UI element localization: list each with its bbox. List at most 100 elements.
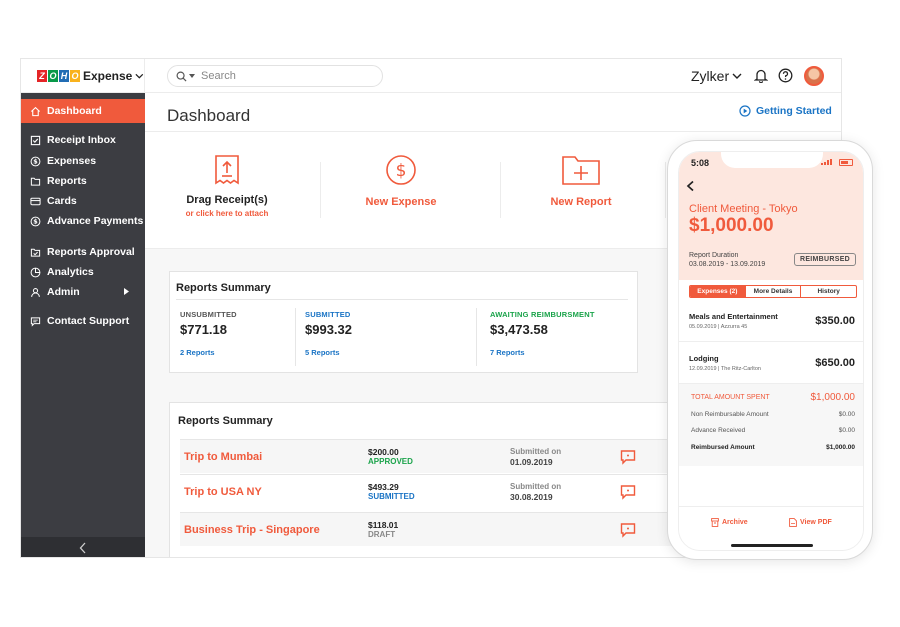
submitted-date: 30.08.2019 bbox=[510, 492, 553, 502]
search-box[interactable] bbox=[167, 65, 383, 87]
sidebar-item-label: Reports bbox=[47, 175, 87, 187]
list-item[interactable]: Lodging 12.09.2019 | The Ritz-Carlton $6… bbox=[679, 342, 863, 384]
sidebar-item-advance-payments[interactable]: $ Advance Payments bbox=[21, 211, 145, 231]
attach-link[interactable]: or click here to attach bbox=[157, 209, 297, 218]
total-spent-label: TOTAL AMOUNT SPENT bbox=[691, 394, 770, 401]
brand-switcher[interactable]: Z O H O Expense bbox=[21, 59, 145, 93]
new-expense-button[interactable]: $ New Expense bbox=[331, 154, 471, 208]
svg-text:$: $ bbox=[396, 161, 407, 181]
card-title: Reports Summary bbox=[178, 415, 273, 427]
sidebar-item-dashboard[interactable]: Dashboard bbox=[21, 99, 145, 123]
signal-icon bbox=[821, 159, 832, 165]
report-name-link[interactable]: Business Trip - Singapore bbox=[184, 524, 320, 536]
comment-icon[interactable] bbox=[620, 449, 636, 465]
comment-icon[interactable] bbox=[620, 522, 636, 538]
sidebar-collapse-button[interactable] bbox=[21, 537, 145, 557]
summary-reports-link[interactable]: 2 Reports bbox=[180, 348, 237, 357]
sidebar-item-analytics[interactable]: Analytics bbox=[21, 262, 145, 282]
new-report-button[interactable]: New Report bbox=[511, 154, 651, 208]
new-expense-label: New Expense bbox=[365, 196, 437, 208]
user-avatar[interactable] bbox=[804, 66, 824, 86]
summary-label: SUBMITTED bbox=[305, 310, 351, 319]
sidebar-item-expenses[interactable]: $ Expenses bbox=[21, 151, 145, 171]
getting-started-link[interactable]: Getting Started bbox=[739, 105, 832, 117]
search-input[interactable] bbox=[201, 70, 371, 82]
help-icon[interactable] bbox=[778, 68, 793, 83]
svg-text:$: $ bbox=[33, 157, 38, 165]
sidebar-item-label: Cards bbox=[47, 195, 77, 207]
reports-summary-card: Reports Summary UNSUBMITTED $771.18 2 Re… bbox=[169, 271, 638, 373]
caret-down-icon[interactable] bbox=[189, 74, 195, 78]
chevron-down-icon bbox=[135, 73, 144, 79]
view-pdf-button[interactable]: View PDF bbox=[789, 518, 832, 527]
report-name-link[interactable]: Trip to Mumbai bbox=[184, 451, 262, 463]
person-icon bbox=[31, 287, 40, 297]
zoho-logo: Z O H O bbox=[37, 70, 80, 82]
org-name: Zylker bbox=[691, 68, 730, 84]
bell-icon[interactable] bbox=[754, 68, 768, 83]
phone-mockup: 5:08 Client Meeting - Tokyo $1,000.00 Re… bbox=[667, 140, 873, 560]
report-tabs: Expenses (2) More Details History bbox=[689, 285, 857, 298]
phone-notch bbox=[721, 152, 823, 168]
summary-awaiting-reimbursement: AWAITING REIMBURSMENT $3,473.58 7 Report… bbox=[490, 310, 595, 357]
expense-amount: $650.00 bbox=[815, 357, 855, 369]
chevron-down-icon bbox=[732, 73, 742, 79]
report-total: $1,000.00 bbox=[689, 215, 774, 236]
approval-icon bbox=[30, 248, 41, 257]
summary-reports-link[interactable]: 5 Reports bbox=[305, 348, 352, 357]
dollar-circle-icon: $ bbox=[30, 216, 41, 226]
non-reimbursable-label: Non Reimbursable Amount bbox=[691, 411, 769, 418]
sidebar-item-label: Reports Approval bbox=[47, 246, 135, 258]
drag-receipt-dropzone[interactable]: Drag Receipt(s) or click here to attach bbox=[157, 154, 297, 218]
expense-amount: $350.00 bbox=[815, 315, 855, 327]
archive-label: Archive bbox=[722, 519, 748, 526]
tab-more-details[interactable]: More Details bbox=[744, 286, 801, 297]
dollar-circle-icon: $ bbox=[30, 156, 41, 166]
submitted-label: Submitted on bbox=[510, 447, 562, 456]
sidebar-item-reports-approval[interactable]: Reports Approval bbox=[21, 242, 145, 262]
drag-receipt-title: Drag Receipt(s) bbox=[186, 194, 268, 206]
report-title: Client Meeting - Tokyo bbox=[689, 203, 798, 215]
sidebar-item-cards[interactable]: Cards bbox=[21, 191, 145, 211]
comment-icon[interactable] bbox=[620, 484, 636, 500]
list-item[interactable]: Meals and Entertainment 05.09.2019 | Azz… bbox=[679, 300, 863, 342]
duration-label: Report Duration bbox=[689, 252, 739, 259]
sidebar-item-reports[interactable]: Reports bbox=[21, 171, 145, 191]
archive-button[interactable]: Archive bbox=[711, 518, 748, 527]
home-icon bbox=[30, 106, 41, 116]
folder-add-icon bbox=[562, 156, 600, 185]
non-reimbursable-value: $0.00 bbox=[838, 411, 855, 418]
sidebar-item-receipt-inbox[interactable]: Receipt Inbox bbox=[21, 130, 145, 150]
divider bbox=[295, 308, 296, 366]
card-icon bbox=[30, 197, 41, 205]
tab-history[interactable]: History bbox=[800, 286, 856, 297]
pie-chart-icon bbox=[30, 267, 41, 277]
page-title: Dashboard bbox=[167, 106, 251, 125]
expense-category: Meals and Entertainment bbox=[689, 312, 778, 321]
svg-text:$: $ bbox=[33, 217, 38, 225]
battery-icon bbox=[839, 159, 853, 166]
back-arrow-icon[interactable] bbox=[685, 180, 697, 192]
receipt-upload-icon bbox=[215, 155, 239, 185]
pdf-icon bbox=[789, 518, 797, 527]
sidebar-item-admin[interactable]: Admin bbox=[21, 282, 145, 302]
report-name-link[interactable]: Trip to USA NY bbox=[184, 486, 262, 498]
home-indicator bbox=[731, 544, 813, 547]
top-bar: Z O H O Expense Zylker bbox=[21, 59, 841, 93]
report-amount: $200.00 bbox=[368, 447, 399, 457]
table-row[interactable]: Trip to Mumbai $200.00 APPROVED Submitte… bbox=[180, 439, 680, 473]
sidebar-item-label: Analytics bbox=[47, 266, 94, 278]
table-row[interactable]: Trip to USA NY $493.29 SUBMITTED Submitt… bbox=[180, 474, 680, 508]
table-row[interactable]: Business Trip - Singapore $118.01 DRAFT bbox=[180, 512, 680, 546]
org-switcher[interactable]: Zylker bbox=[691, 68, 742, 84]
sidebar-item-label: Dashboard bbox=[47, 105, 102, 117]
sidebar-item-contact-support[interactable]: Contact Support bbox=[21, 311, 145, 331]
tab-expenses[interactable]: Expenses (2) bbox=[690, 286, 745, 297]
chat-icon bbox=[30, 316, 41, 327]
divider bbox=[320, 162, 321, 218]
status-badge: REIMBURSED bbox=[794, 253, 856, 266]
card-title: Reports Summary bbox=[176, 282, 271, 294]
reports-list-card: Reports Summary Trip to Mumbai $200.00 A… bbox=[169, 402, 709, 557]
summary-amount: $771.18 bbox=[180, 322, 227, 337]
summary-reports-link[interactable]: 7 Reports bbox=[490, 348, 595, 357]
